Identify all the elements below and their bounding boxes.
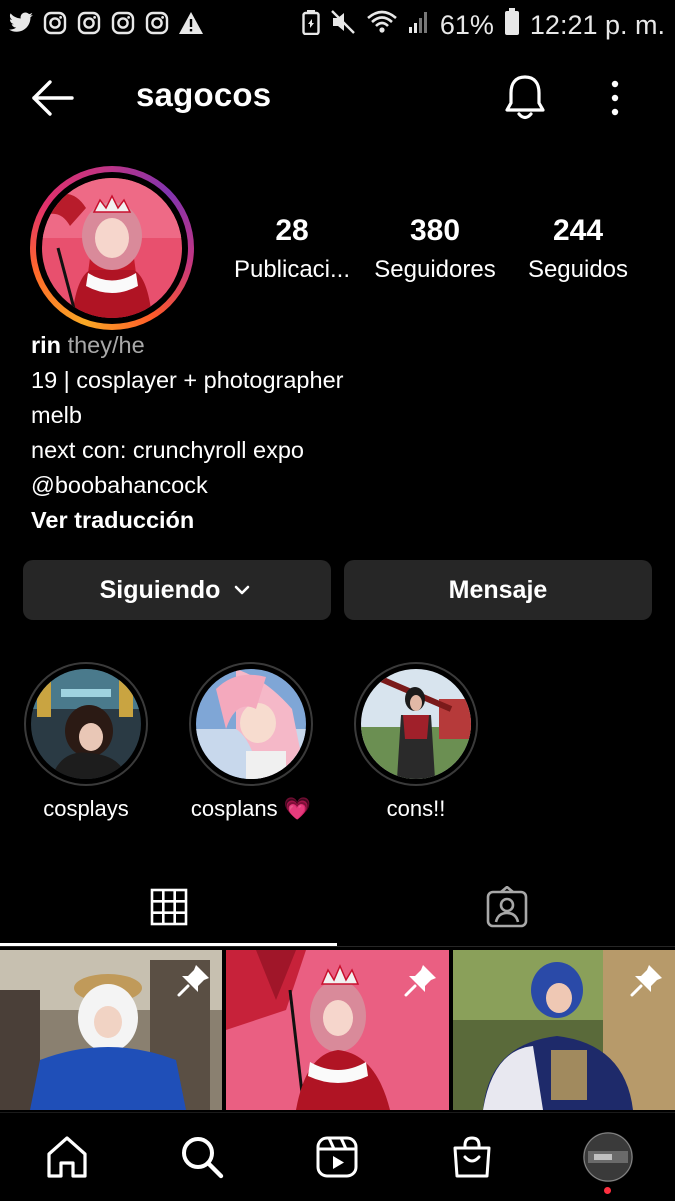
- highlight-label: cons!!: [386, 796, 446, 821]
- highlight-cosplans[interactable]: cosplans 💗: [186, 662, 316, 822]
- followers-label: Seguidores: [374, 256, 496, 283]
- tab-tagged[interactable]: [338, 872, 675, 942]
- posts-count: 28: [275, 214, 309, 247]
- shop-icon: [453, 1136, 491, 1178]
- status-bar: 61% 12:21 p. m.: [0, 0, 675, 48]
- pin-icon: [404, 965, 436, 997]
- more-options-button[interactable]: [598, 78, 632, 118]
- clock: 12:21 p. m.: [529, 10, 665, 40]
- warning-icon: [178, 10, 204, 36]
- message-button-label: Mensaje: [448, 575, 548, 604]
- instagram-icon: [110, 10, 136, 36]
- bio-line: next con: crunchyroll expo: [31, 437, 305, 463]
- see-translation-link[interactable]: Ver traducción: [31, 503, 343, 538]
- bell-icon: [505, 75, 545, 120]
- bio-name-line: rin they/he: [31, 328, 343, 363]
- pin-icon: [177, 965, 209, 997]
- battery-saver-icon: [302, 9, 320, 42]
- back-arrow-icon: [32, 80, 74, 116]
- notification-dot: [604, 1187, 611, 1194]
- post-thumbnail[interactable]: [0, 950, 222, 1110]
- profile-username: sagocos: [136, 76, 272, 113]
- battery-icon: [504, 8, 520, 43]
- highlight-cover: [189, 662, 313, 786]
- bio-block: rin they/he 19 | cosplayer + photographe…: [31, 328, 343, 538]
- highlight-label: cosplays: [43, 796, 129, 821]
- instagram-icon: [42, 10, 68, 36]
- stat-following[interactable]: 244 Seguidos: [508, 212, 648, 284]
- profile-avatar[interactable]: [30, 166, 194, 330]
- followers-count: 380: [409, 214, 461, 247]
- instagram-icon: [144, 10, 170, 36]
- battery-percent: 61%: [439, 10, 494, 40]
- reels-icon: [316, 1136, 358, 1178]
- post-thumbnail[interactable]: [226, 950, 449, 1110]
- search-icon: [182, 1137, 224, 1179]
- more-vertical-icon: [611, 80, 619, 116]
- following-button-label: Siguiendo: [99, 575, 221, 604]
- home-icon: [47, 1136, 87, 1178]
- highlight-cover: [24, 662, 148, 786]
- message-button[interactable]: Mensaje: [344, 560, 652, 620]
- posts-label: Publicaci...: [233, 256, 351, 283]
- nav-profile[interactable]: [578, 1128, 638, 1186]
- bio-mention-link[interactable]: @boobahancock: [31, 468, 343, 503]
- following-count: 244: [552, 214, 604, 247]
- highlight-cons[interactable]: cons!!: [351, 662, 481, 822]
- nav-shop[interactable]: [442, 1128, 502, 1186]
- tagged-icon: [486, 886, 527, 928]
- mute-icon: [330, 9, 356, 42]
- twitter-icon: [8, 10, 34, 36]
- profile-avatar: [583, 1132, 633, 1182]
- chevron-down-icon: [235, 585, 250, 595]
- tab-divider: [0, 946, 675, 947]
- nav-reels[interactable]: [307, 1128, 367, 1186]
- pronouns: they/he: [67, 332, 145, 358]
- back-button[interactable]: [28, 76, 76, 120]
- highlight-label: cosplans 💗: [190, 796, 312, 821]
- avatar-photo: [42, 178, 182, 318]
- wifi-icon: [366, 9, 398, 42]
- nav-home[interactable]: [37, 1128, 97, 1186]
- highlight-cover: [354, 662, 478, 786]
- nav-search[interactable]: [172, 1128, 232, 1186]
- display-name: rin: [31, 332, 62, 358]
- tab-posts-grid[interactable]: [0, 872, 337, 942]
- signal-icon: [408, 9, 430, 42]
- following-button[interactable]: Siguiendo: [23, 560, 331, 620]
- grid-icon: [150, 888, 187, 926]
- bio-line: melb: [31, 402, 82, 428]
- stat-followers[interactable]: 380 Seguidores: [365, 212, 505, 284]
- post-thumbnail[interactable]: [453, 950, 675, 1110]
- following-label: Seguidos: [527, 256, 629, 283]
- instagram-icon: [76, 10, 102, 36]
- notifications-button[interactable]: [502, 72, 548, 122]
- highlight-cosplays[interactable]: cosplays: [21, 662, 151, 822]
- bio-line: 19 | cosplayer + photographer: [31, 367, 344, 393]
- pin-icon: [630, 965, 662, 997]
- stat-posts[interactable]: 28 Publicaci...: [222, 212, 362, 284]
